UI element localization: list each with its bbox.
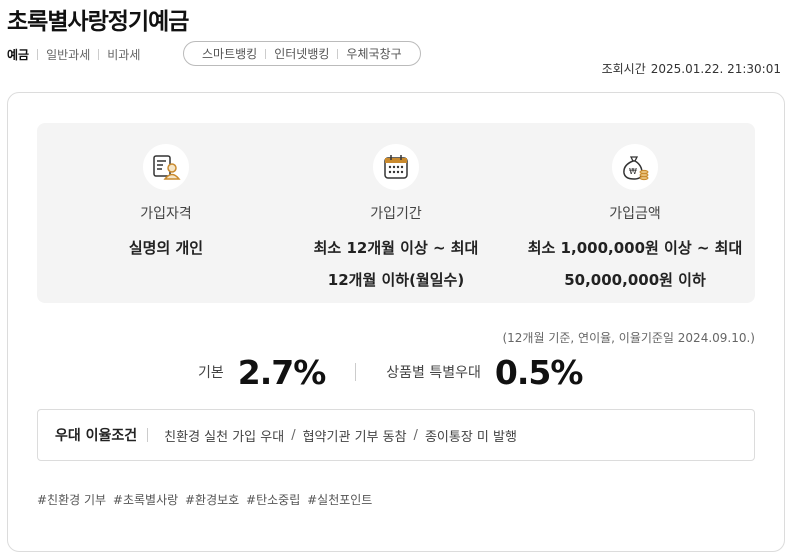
base-rate-label: 기본 xyxy=(198,365,224,381)
preferential-item: 종이통장 미 발행 xyxy=(424,429,517,445)
eligibility-value: 실명의 개인 xyxy=(128,239,204,257)
special-rate-label: 상품별 특별우대 xyxy=(386,365,481,381)
rate-basis-note: (12개월 기준, 연이율, 이율기준일 2024.09.10.) xyxy=(502,331,755,345)
channel-pill: 스마트뱅킹 인터넷뱅킹 우체국창구 xyxy=(183,41,421,66)
base-rate-value: 2.7% xyxy=(237,352,327,392)
channel-post-office-counter[interactable]: 우체국창구 xyxy=(338,45,409,62)
inquiry-time-label: 조회시간 xyxy=(601,62,646,76)
hashtag: #친환경 기부 xyxy=(37,493,107,507)
hashtag-list: #친환경 기부 #초록별사랑 #환경보호 #탄소중립 #실천포인트 xyxy=(37,491,375,508)
hashtag: #탄소중립 xyxy=(246,493,301,507)
amount-value: 최소 1,000,000원 이상 ~ 최대 50,000,000원 이하 xyxy=(520,232,750,296)
separator-slash: / xyxy=(413,427,418,443)
hashtag: #환경보호 xyxy=(185,493,240,507)
product-info-box: 가입자격 실명의 개인 가입기간 최소 12개월 이상 ~ 최대 12개월 이하… xyxy=(37,123,755,303)
channel-internet-banking[interactable]: 인터넷뱅킹 xyxy=(266,45,337,62)
amount-label: 가입금액 xyxy=(609,206,661,222)
preferential-item: 협약기관 기부 동참 xyxy=(302,429,407,445)
money-bag-icon: ₩ xyxy=(612,144,658,190)
period-value-line2: 12개월 이하(월일수) xyxy=(327,271,465,289)
period-label: 가입기간 xyxy=(370,206,422,222)
rate-summary: 기본 2.7% 상품별 특별우대 0.5% xyxy=(198,350,584,394)
amount-value-line2: 50,000,000원 이하 xyxy=(564,271,706,289)
hashtag: #실천포인트 xyxy=(307,493,373,507)
special-rate-value: 0.5% xyxy=(494,352,584,392)
eligibility-label: 가입자격 xyxy=(140,206,192,222)
channel-smart-banking[interactable]: 스마트뱅킹 xyxy=(194,45,265,62)
period-section: 가입기간 최소 12개월 이상 ~ 최대 12개월 이하(월일수) xyxy=(281,123,511,296)
preferential-title: 우대 이율조건 xyxy=(55,428,138,444)
inquiry-time-value: 2025.01.22. 21:30:01 xyxy=(650,62,781,76)
period-value-line1: 최소 12개월 이상 ~ 최대 xyxy=(313,239,479,257)
svg-text:₩: ₩ xyxy=(629,167,637,176)
inquiry-time: 조회시간 2025.01.22. 21:30:01 xyxy=(602,60,781,77)
tax-type-tabs: 예금 일반과세 비과세 xyxy=(7,46,148,63)
period-value: 최소 12개월 이상 ~ 최대 12개월 이하(월일수) xyxy=(281,232,511,296)
divider xyxy=(355,363,357,381)
tab-deposit[interactable]: 예금 xyxy=(7,46,37,63)
divider xyxy=(147,428,149,442)
tab-general-tax[interactable]: 일반과세 xyxy=(38,46,98,63)
preferential-item: 친환경 실천 가입 우대 xyxy=(164,429,285,445)
separator-slash: / xyxy=(291,427,296,443)
person-document-icon xyxy=(143,144,189,190)
calendar-icon xyxy=(373,144,419,190)
hashtag: #초록별사랑 xyxy=(112,493,179,507)
amount-value-line1: 최소 1,000,000원 이상 ~ 최대 xyxy=(527,239,743,257)
tab-tax-free[interactable]: 비과세 xyxy=(99,46,148,63)
amount-section: ₩ 가입금액 최소 1,000,000원 이상 ~ 최대 50,000,000원… xyxy=(520,123,750,296)
eligibility-section: 가입자격 실명의 개인 xyxy=(51,123,281,264)
preferential-conditions: 우대 이율조건 친환경 실천 가입 우대 / 협약기관 기부 동참 / 종이통장… xyxy=(37,409,755,461)
page-title: 초록별사랑정기예금 xyxy=(7,9,189,35)
